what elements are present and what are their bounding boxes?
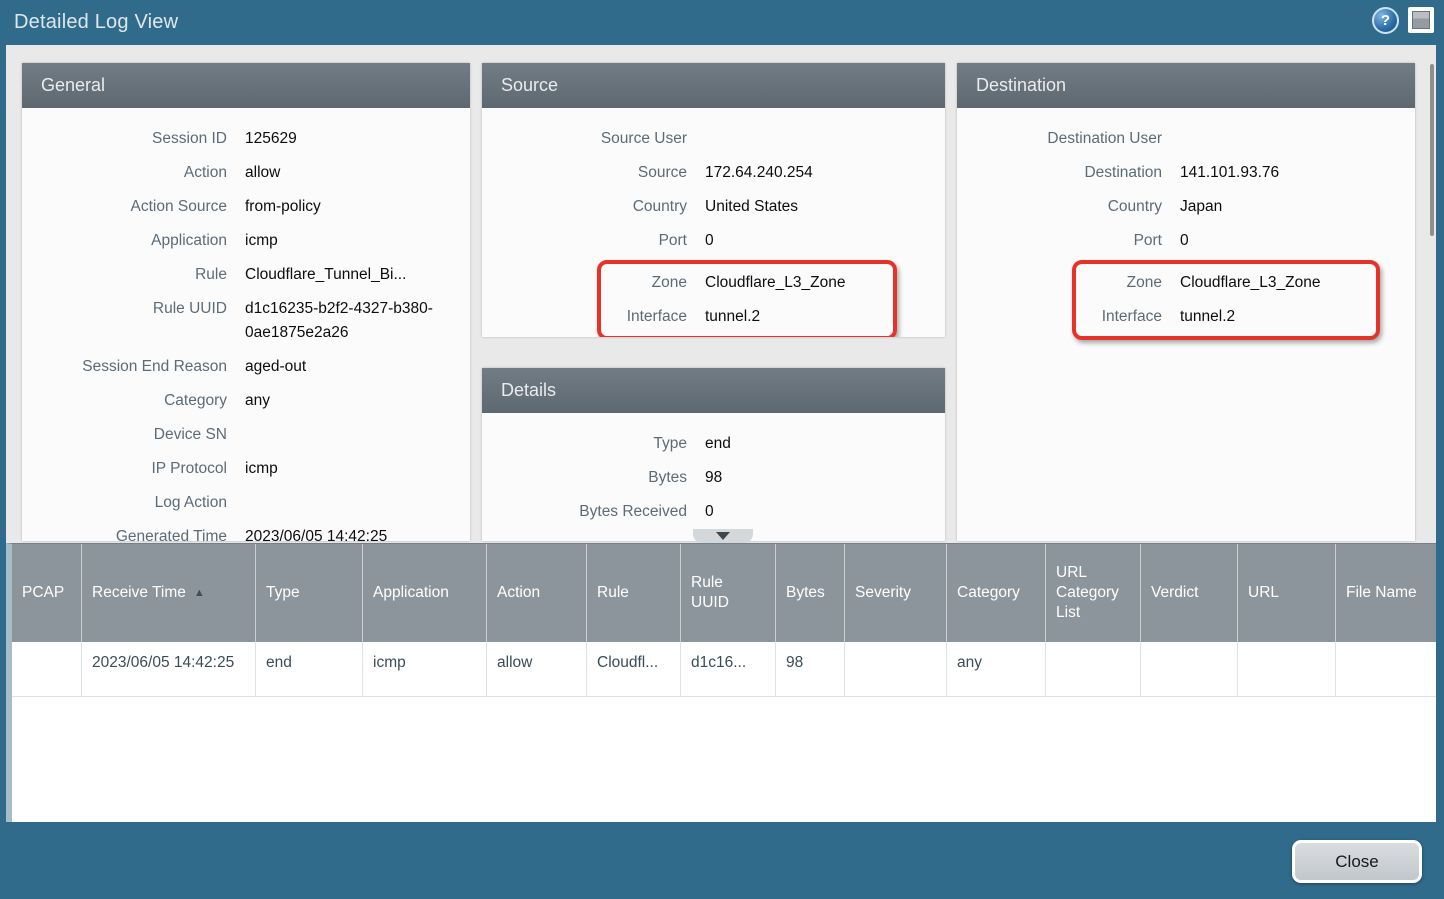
- field-device-sn: Device SN: [22, 418, 458, 452]
- field-session-id: Session ID125629: [22, 122, 458, 156]
- cell-url: [1238, 642, 1336, 697]
- sort-ascending-icon: ▲: [194, 583, 205, 603]
- field-generated-time: Generated Time2023/06/05 14:42:25: [22, 520, 458, 541]
- field-destination-country: CountryJapan: [957, 190, 1403, 224]
- chevron-down-icon: [716, 532, 730, 540]
- panel-general: General Session ID125629 Actionallow Act…: [22, 63, 470, 541]
- column-header-pcap[interactable]: PCAP: [12, 544, 82, 642]
- column-header-bytes[interactable]: Bytes: [776, 544, 845, 642]
- panel-general-header: General: [22, 63, 470, 108]
- field-source-country: CountryUnited States: [482, 190, 933, 224]
- field-destination-user: Destination User: [957, 122, 1403, 156]
- column-header-application[interactable]: Application: [363, 544, 487, 642]
- panel-destination: Destination Destination User Destination…: [957, 63, 1415, 541]
- cell-pcap: [12, 642, 82, 697]
- vertical-scrollbar-thumb[interactable]: [1430, 64, 1434, 236]
- cell-file-name: [1336, 642, 1436, 697]
- column-header-receive-time[interactable]: Receive Time▲: [82, 544, 256, 642]
- panel-general-body: Session ID125629 Actionallow Action Sour…: [22, 108, 470, 541]
- panel-source: Source Source User Source172.64.240.254 …: [482, 63, 945, 337]
- help-icon[interactable]: ?: [1372, 7, 1399, 34]
- cell-receive-time: 2023/06/05 14:42:25: [82, 642, 256, 697]
- column-header-severity[interactable]: Severity: [845, 544, 947, 642]
- field-source: Source172.64.240.254: [482, 156, 933, 190]
- cell-category: any: [947, 642, 1046, 697]
- panel-destination-body: Destination User Destination141.101.93.7…: [957, 108, 1415, 340]
- cell-rule-uuid: d1c16...: [681, 642, 776, 697]
- column-header-file-name[interactable]: File Name: [1336, 544, 1436, 642]
- cell-type: end: [256, 642, 363, 697]
- destination-zone-highlight-box: ZoneCloudflare_L3_Zone Interfacetunnel.2: [1072, 260, 1380, 340]
- restore-window-icon-glyph: [1412, 11, 1430, 29]
- table-row[interactable]: 2023/06/05 14:42:25 end icmp allow Cloud…: [12, 642, 1436, 697]
- column-header-url[interactable]: URL: [1238, 544, 1336, 642]
- field-destination-interface: Interfacetunnel.2: [1076, 300, 1376, 334]
- field-type: Typeend: [482, 427, 933, 461]
- field-session-end-reason: Session End Reasonaged-out: [22, 350, 458, 384]
- field-rule-uuid: Rule UUIDd1c16235-b2f2-4327-b380-0ae1875…: [22, 292, 458, 350]
- source-zone-highlight-box: ZoneCloudflare_L3_Zone Interfacetunnel.2: [597, 260, 897, 337]
- field-destination-zone: ZoneCloudflare_L3_Zone: [1076, 266, 1376, 300]
- dialog-title: Detailed Log View: [14, 0, 178, 45]
- field-destination: Destination141.101.93.76: [957, 156, 1403, 190]
- field-application: Applicationicmp: [22, 224, 458, 258]
- field-source-port: Port0: [482, 224, 933, 258]
- panel-details-body: Typeend Bytes98 Bytes Received0: [482, 413, 945, 529]
- column-header-rule-uuid[interactable]: Rule UUID: [681, 544, 776, 642]
- cell-rule: Cloudfl...: [587, 642, 681, 697]
- field-action: Actionallow: [22, 156, 458, 190]
- restore-window-icon[interactable]: [1408, 7, 1434, 33]
- field-log-action: Log Action: [22, 486, 458, 520]
- panel-details: Details Typeend Bytes98 Bytes Received0: [482, 368, 945, 541]
- field-destination-port: Port0: [957, 224, 1403, 258]
- cell-application: icmp: [363, 642, 487, 697]
- column-header-url-category-list[interactable]: URL Category List: [1046, 544, 1141, 642]
- panel-source-header: Source: [482, 63, 945, 108]
- column-header-rule[interactable]: Rule: [587, 544, 681, 642]
- dialog-titlebar: Detailed Log View ?: [0, 0, 1444, 45]
- field-source-interface: Interfacetunnel.2: [601, 300, 893, 334]
- log-table: PCAP Receive Time▲ Type Application Acti…: [6, 543, 1436, 822]
- cell-url-category-list: [1046, 642, 1141, 697]
- field-ip-protocol: IP Protocolicmp: [22, 452, 458, 486]
- cell-action: allow: [487, 642, 587, 697]
- column-header-verdict[interactable]: Verdict: [1141, 544, 1238, 642]
- field-bytes: Bytes98: [482, 461, 933, 495]
- log-table-header: PCAP Receive Time▲ Type Application Acti…: [12, 544, 1436, 642]
- field-bytes-received: Bytes Received0: [482, 495, 933, 529]
- cell-severity: [845, 642, 947, 697]
- column-header-category[interactable]: Category: [947, 544, 1046, 642]
- close-button[interactable]: Close: [1292, 840, 1422, 883]
- field-category: Categoryany: [22, 384, 458, 418]
- panel-details-header: Details: [482, 368, 945, 413]
- field-source-zone: ZoneCloudflare_L3_Zone: [601, 266, 893, 300]
- column-header-action[interactable]: Action: [487, 544, 587, 642]
- field-action-source: Action Sourcefrom-policy: [22, 190, 458, 224]
- field-source-user: Source User: [482, 122, 933, 156]
- panel-destination-header: Destination: [957, 63, 1415, 108]
- panel-collapse-handle[interactable]: [693, 529, 753, 543]
- cell-verdict: [1141, 642, 1238, 697]
- panel-source-body: Source User Source172.64.240.254 Country…: [482, 108, 945, 337]
- field-rule: RuleCloudflare_Tunnel_Bi...: [22, 258, 458, 292]
- cell-bytes: 98: [776, 642, 845, 697]
- column-header-type[interactable]: Type: [256, 544, 363, 642]
- dialog-content: General Session ID125629 Actionallow Act…: [6, 45, 1436, 822]
